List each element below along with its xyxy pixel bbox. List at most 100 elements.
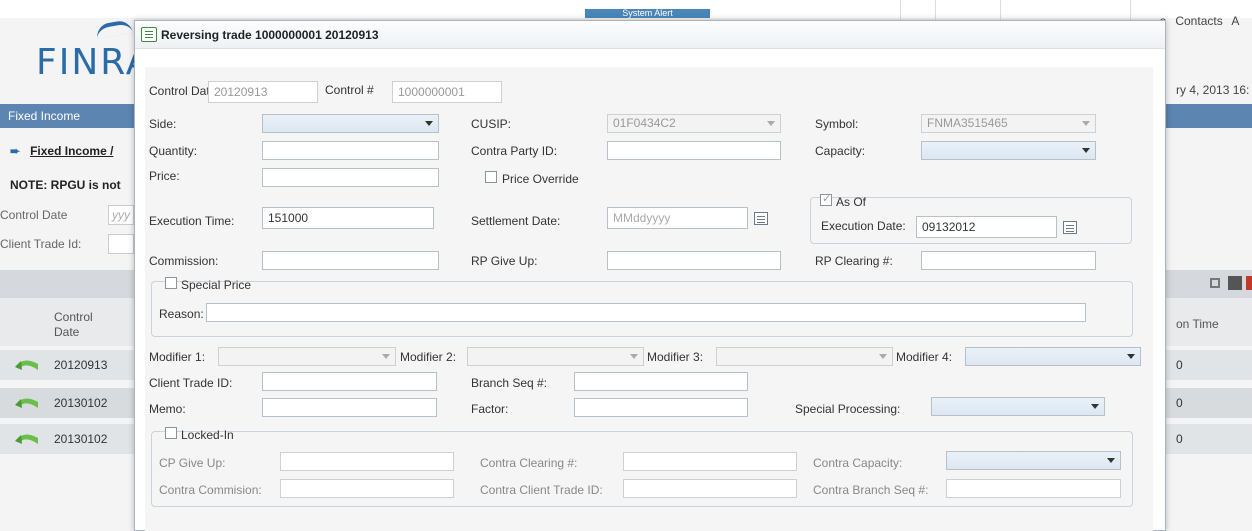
calendar-icon[interactable] — [1063, 221, 1077, 234]
locked-in-checkbox[interactable] — [165, 427, 177, 439]
execution-time-cell: 0 — [1176, 396, 1183, 410]
control-date-field: 20120913 — [208, 81, 318, 103]
grid-header-execution-time[interactable]: on Time — [1176, 317, 1219, 331]
reason-label: Reason: — [159, 307, 204, 321]
chevron-down-icon — [382, 354, 390, 359]
print-icon[interactable] — [1210, 278, 1220, 288]
symbol-value: FNMA3515465 — [927, 116, 1008, 130]
locked-in-label: Locked-In — [181, 428, 234, 442]
cp-give-up-input — [280, 452, 454, 471]
special-price-checkbox[interactable] — [165, 277, 177, 289]
top-link-partial-a[interactable]: A — [1231, 14, 1239, 28]
quantity-input[interactable] — [262, 141, 439, 160]
modifier-2-label: Modifier 2: — [400, 350, 457, 364]
system-alert-tab[interactable]: System Alert — [585, 9, 710, 18]
contra-commission-label: Contra Commision: — [159, 483, 262, 497]
modifier-4-select[interactable] — [965, 347, 1141, 366]
modifier-2-select — [467, 347, 644, 366]
contra-clearing-input — [623, 452, 797, 471]
table-row[interactable]: 0 — [1166, 424, 1252, 454]
cp-give-up-label: CP Give Up: — [159, 456, 226, 470]
price-override-checkbox[interactable] — [485, 171, 497, 183]
execution-date-input[interactable]: 09132012 — [916, 216, 1057, 238]
control-date-filter-input[interactable]: yyy — [108, 205, 134, 225]
client-trade-id-filter-input[interactable] — [108, 234, 134, 254]
calendar-icon[interactable] — [754, 212, 768, 225]
quantity-label: Quantity: — [149, 144, 198, 158]
control-date-filter-label: Control Date — [0, 208, 68, 222]
execution-time-input[interactable]: 151000 — [262, 207, 434, 229]
branch-seq-input[interactable] — [574, 372, 748, 391]
grid-toolbar — [0, 270, 134, 298]
commission-input[interactable] — [262, 251, 439, 270]
cusip-select: 01F0434C2 — [607, 114, 781, 133]
contra-capacity-select[interactable] — [946, 451, 1121, 470]
save-icon[interactable] — [1228, 276, 1242, 290]
rp-give-up-input[interactable] — [607, 251, 781, 270]
breadcrumb-link[interactable]: Fixed Income / — [30, 144, 113, 158]
nav-title[interactable]: Fixed Income — [8, 109, 80, 123]
grid-header-right: on Time — [1166, 298, 1252, 346]
reason-input[interactable] — [206, 303, 1086, 322]
reverse-arrow-icon[interactable] — [14, 358, 40, 372]
factor-input[interactable] — [574, 398, 748, 417]
dialog-title: Reversing trade 1000000001 20120913 — [161, 28, 379, 42]
top-links: s Contacts A — [1160, 14, 1245, 28]
chevron-down-icon — [1091, 404, 1099, 409]
control-number-label: Control # — [325, 83, 374, 97]
rp-clearing-input[interactable] — [921, 251, 1096, 270]
special-processing-label: Special Processing: — [795, 402, 901, 416]
side-select[interactable] — [262, 114, 439, 133]
contra-branch-seq-label: Contra Branch Seq #: — [813, 483, 929, 497]
memo-input[interactable] — [262, 398, 437, 417]
reverse-arrow-icon[interactable] — [14, 396, 40, 410]
contra-clearing-label: Contra Clearing #: — [480, 456, 578, 470]
rp-give-up-label: RP Give Up: — [471, 254, 538, 268]
execution-time-label: Execution Time: — [149, 214, 235, 228]
grid-toolbar-right — [1166, 270, 1252, 298]
symbol-label: Symbol: — [815, 117, 859, 131]
chevron-down-icon — [630, 354, 638, 359]
execution-time-cell: 0 — [1176, 432, 1183, 446]
price-label: Price: — [149, 169, 180, 183]
grid-header-control-date[interactable]: Control Date — [54, 310, 114, 340]
chevron-down-icon — [767, 121, 775, 126]
client-trade-id-input[interactable] — [262, 372, 437, 391]
control-date-label: Control Dat — [149, 84, 210, 98]
settlement-date-label: Settlement Date: — [471, 214, 561, 228]
settlement-date-input[interactable]: MMddyyyy — [607, 207, 748, 229]
special-price-label: Special Price — [181, 278, 252, 292]
special-processing-select[interactable] — [931, 397, 1105, 416]
modifier-3-label: Modifier 3: — [647, 350, 704, 364]
grid-header: Control Date — [0, 298, 134, 346]
price-override-label: Price Override — [502, 172, 579, 186]
price-input[interactable] — [262, 168, 439, 187]
as-of-checkbox — [820, 192, 832, 206]
contra-capacity-label: Contra Capacity: — [813, 456, 903, 470]
branch-seq-label: Branch Seq #: — [471, 376, 548, 390]
top-link-contacts[interactable]: Contacts — [1175, 14, 1222, 28]
rp-clearing-label: RP Clearing #: — [815, 254, 893, 268]
contra-client-trade-id-input — [623, 479, 797, 498]
table-row[interactable]: 0 — [1166, 388, 1252, 418]
chevron-down-icon — [425, 121, 433, 126]
cusip-label: CUSIP: — [471, 117, 512, 131]
execution-date-label: Execution Date: — [821, 219, 906, 233]
finra-logo-swoosh-icon — [95, 18, 133, 40]
breadcrumb: ➨ Fixed Income / — [10, 144, 113, 158]
table-row[interactable]: 20120913 — [0, 350, 134, 380]
table-row[interactable]: 0 — [1166, 350, 1252, 380]
as-of-label: As Of — [836, 195, 867, 209]
dialog-title-bar[interactable]: Reversing trade 1000000001 20120913 — [135, 21, 1165, 49]
table-row[interactable]: 20130102 — [0, 424, 134, 454]
table-row[interactable]: 20130102 — [0, 388, 134, 418]
execution-time-cell: 0 — [1176, 358, 1183, 372]
contra-party-id-input[interactable] — [607, 141, 781, 160]
export-icon[interactable] — [1246, 276, 1252, 290]
control-date-cell: 20130102 — [54, 396, 108, 410]
memo-label: Memo: — [149, 402, 186, 416]
reverse-arrow-icon[interactable] — [14, 432, 40, 446]
header-date: ry 4, 2013 16: — [1176, 83, 1250, 97]
capacity-select[interactable] — [921, 141, 1096, 160]
note-text: NOTE: RPGU is not — [10, 178, 121, 192]
